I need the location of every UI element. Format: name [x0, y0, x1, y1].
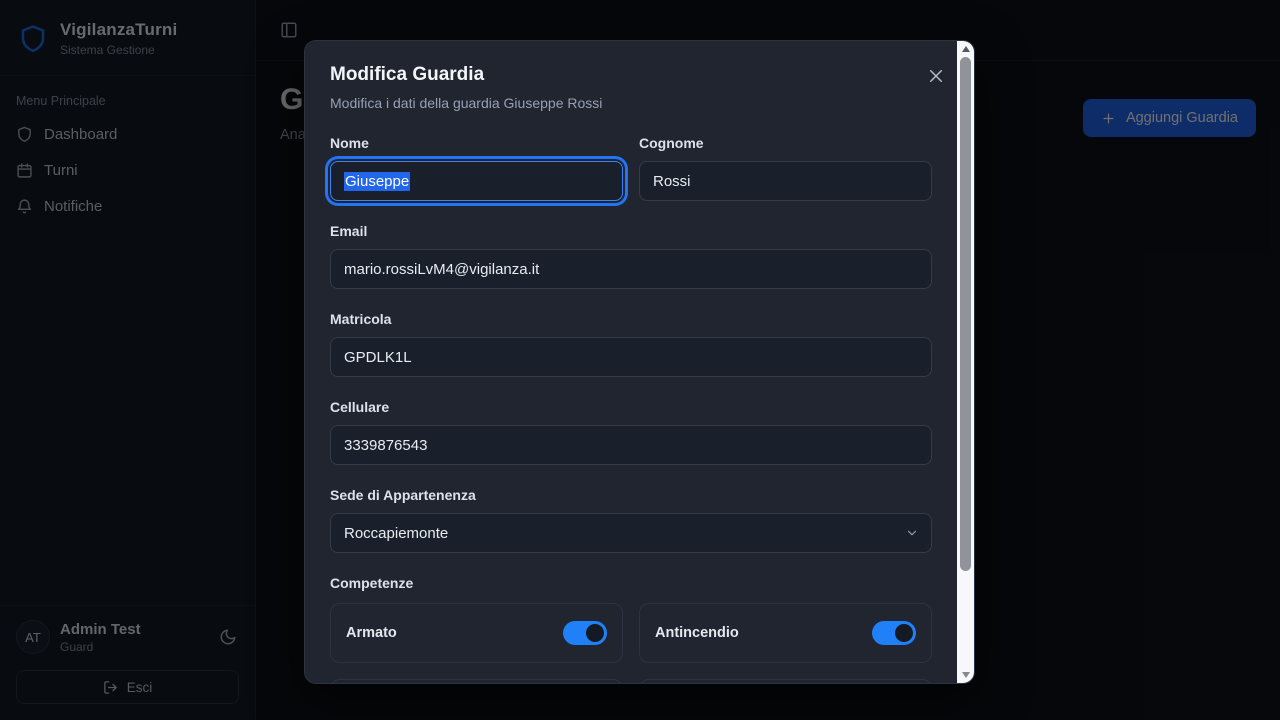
- modal-title: Modifica Guardia: [330, 64, 932, 86]
- scrollbar-up-arrow-icon[interactable]: [957, 41, 974, 57]
- modal-body: Modifica Guardia Modifica i dati della g…: [305, 41, 957, 683]
- modal-scrollbar[interactable]: [957, 41, 974, 683]
- modal-subtitle: Modifica i dati della guardia Giuseppe R…: [330, 95, 932, 111]
- matricola-input[interactable]: [330, 337, 932, 377]
- toggle-knob: [586, 624, 604, 642]
- email-input[interactable]: [330, 249, 932, 289]
- competenza-patente: Patente: [639, 679, 932, 684]
- sede-selected-value: Roccapiemonte: [344, 525, 448, 542]
- scrollbar-down-arrow-icon[interactable]: [957, 667, 974, 683]
- toggle-knob: [895, 624, 913, 642]
- nome-selected-text: Giuseppe: [344, 172, 410, 191]
- competenza-primo-soccorso: Primo Soccorso: [330, 679, 623, 684]
- app-root: VigilanzaTurni Sistema Gestione Menu Pri…: [0, 0, 1280, 720]
- armato-toggle[interactable]: [563, 621, 607, 645]
- cognome-label: Cognome: [639, 135, 932, 151]
- scrollbar-thumb[interactable]: [960, 57, 971, 571]
- close-icon[interactable]: [927, 67, 945, 85]
- cellulare-input[interactable]: [330, 425, 932, 465]
- cognome-input[interactable]: [639, 161, 932, 201]
- nome-label: Nome: [330, 135, 623, 151]
- nome-input[interactable]: Giuseppe: [330, 161, 623, 201]
- antincendio-toggle[interactable]: [872, 621, 916, 645]
- guard-form: Nome Giuseppe Cognome Email Matri: [330, 135, 932, 684]
- sede-select[interactable]: Roccapiemonte: [330, 513, 932, 553]
- cellulare-label: Cellulare: [330, 399, 932, 415]
- competenza-armato: Armato: [330, 603, 623, 663]
- sede-label: Sede di Appartenenza: [330, 487, 932, 503]
- competenze-label: Competenze: [330, 575, 932, 591]
- competenze-grid: Armato Antincendio Primo Soccorso Patent…: [330, 603, 932, 684]
- matricola-label: Matricola: [330, 311, 932, 327]
- email-label: Email: [330, 223, 932, 239]
- edit-guard-modal: Modifica Guardia Modifica i dati della g…: [304, 40, 975, 684]
- competenza-antincendio: Antincendio: [639, 603, 932, 663]
- chevron-down-icon: [905, 526, 919, 540]
